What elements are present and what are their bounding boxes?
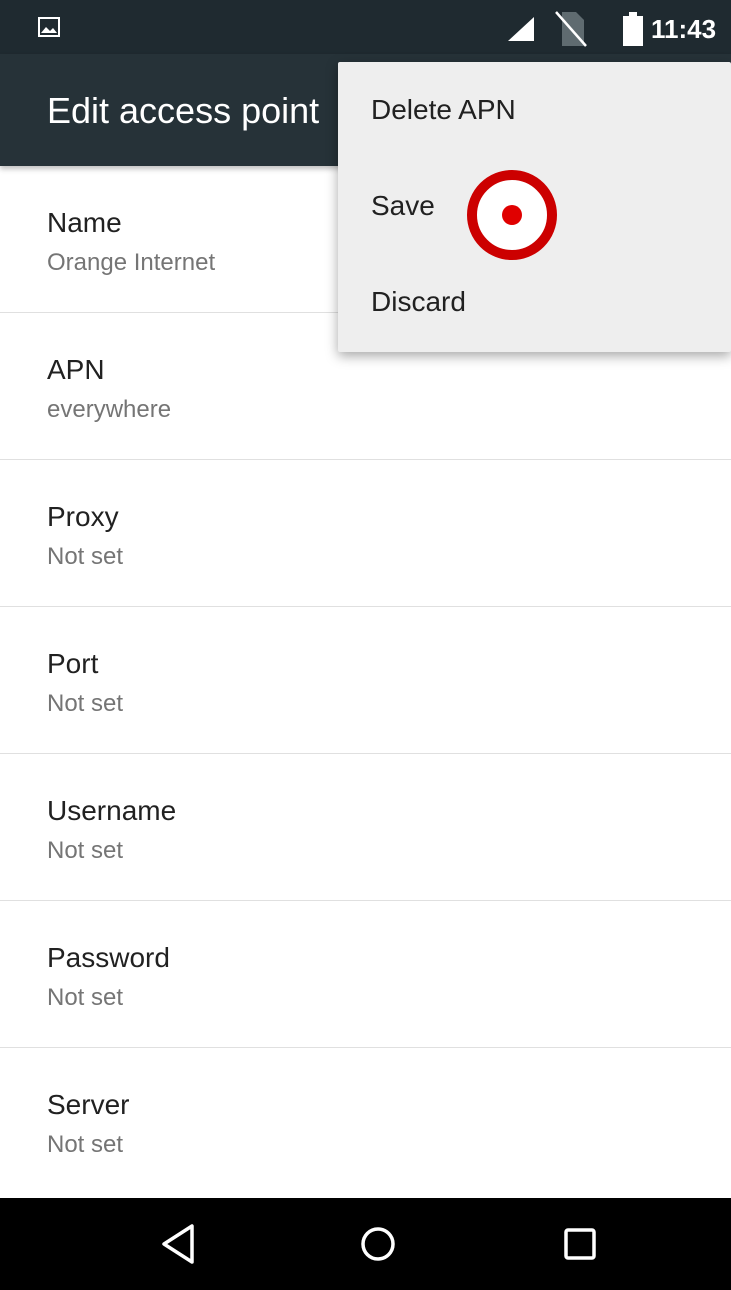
recent-apps-icon[interactable] [550,1216,610,1272]
setting-username[interactable]: Username Not set [0,754,731,901]
setting-value: everywhere [47,396,172,423]
setting-port[interactable]: Port Not set [0,607,731,754]
setting-label: Server [47,1089,130,1120]
menu-item-delete-apn[interactable]: Delete APN [338,62,731,158]
menu-item-label: Save [371,190,435,221]
setting-value: Not set [47,690,124,717]
signal-icon [508,17,534,41]
setting-password[interactable]: Password Not set [0,901,731,1048]
setting-value: Not set [47,984,124,1011]
back-icon[interactable] [148,1216,208,1272]
menu-item-label: Delete APN [371,94,516,125]
no-sim-icon [555,11,587,47]
status-time: 11:43 [651,14,717,44]
menu-item-discard[interactable]: Discard [338,254,731,350]
setting-label: Proxy [47,501,119,532]
home-icon[interactable] [348,1216,408,1272]
setting-server[interactable]: Server Not set [0,1048,731,1195]
setting-value: Orange Internet [47,249,216,276]
setting-label: Username [47,795,177,826]
setting-value: Not set [47,1131,124,1158]
tap-target-marker-icon [467,170,557,260]
gallery-icon [38,17,60,37]
setting-value: Not set [47,543,124,570]
setting-label: APN [47,354,105,385]
setting-proxy[interactable]: Proxy Not set [0,460,731,607]
navigation-bar [0,1198,731,1290]
setting-label: Name [47,207,122,238]
setting-label: Port [47,648,99,679]
setting-label: Password [47,942,170,973]
apn-edit-screen: 11:43 Edit access point Name Orange Inte… [0,0,731,1290]
battery-icon [623,12,643,46]
menu-item-label: Discard [371,286,466,317]
setting-value: Not set [47,837,124,864]
status-bar: 11:43 [0,0,731,54]
page-title: Edit access point [47,90,320,131]
